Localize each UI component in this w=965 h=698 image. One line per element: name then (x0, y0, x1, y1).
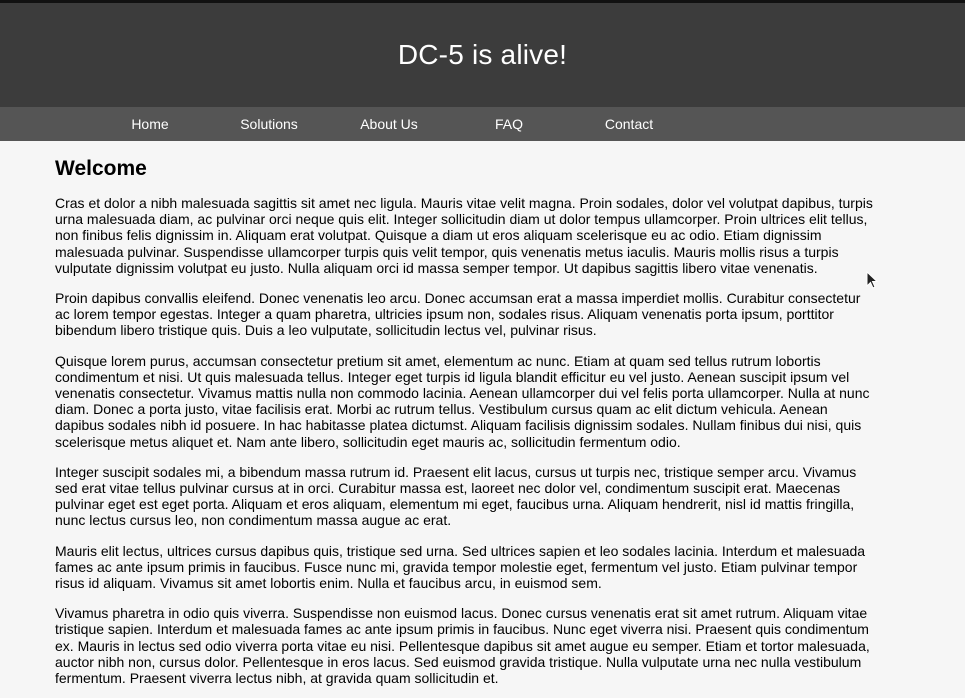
site-header: DC-5 is alive! (0, 3, 965, 107)
nav-item-solutions[interactable]: Solutions (209, 107, 329, 141)
paragraph: Cras et dolor a nibh malesuada sagittis … (55, 195, 873, 276)
nav-item-faq[interactable]: FAQ (449, 107, 569, 141)
paragraph: Vivamus pharetra in odio quis viverra. S… (55, 605, 870, 687)
site-title: DC-5 is alive! (397, 39, 568, 70)
paragraph: Integer suscipit sodales mi, a bibendum … (55, 463, 857, 529)
nav-item-home[interactable]: Home (90, 107, 210, 141)
mouse-pointer-icon (866, 271, 878, 289)
paragraph: Quisque lorem purus, accumsan consectetu… (55, 352, 870, 450)
main-content: Welcome Cras et dolor a nibh malesuada s… (0, 141, 930, 686)
nav-item-contact[interactable]: Contact (569, 107, 689, 141)
main-nav: Home Solutions About Us FAQ Contact (0, 107, 965, 141)
paragraph: Mauris elit lectus, ultrices cursus dapi… (55, 542, 866, 592)
paragraph: Proin dapibus convallis eleifend. Donec … (55, 290, 861, 339)
page-heading: Welcome (55, 157, 147, 180)
nav-item-about-us[interactable]: About Us (329, 107, 449, 141)
